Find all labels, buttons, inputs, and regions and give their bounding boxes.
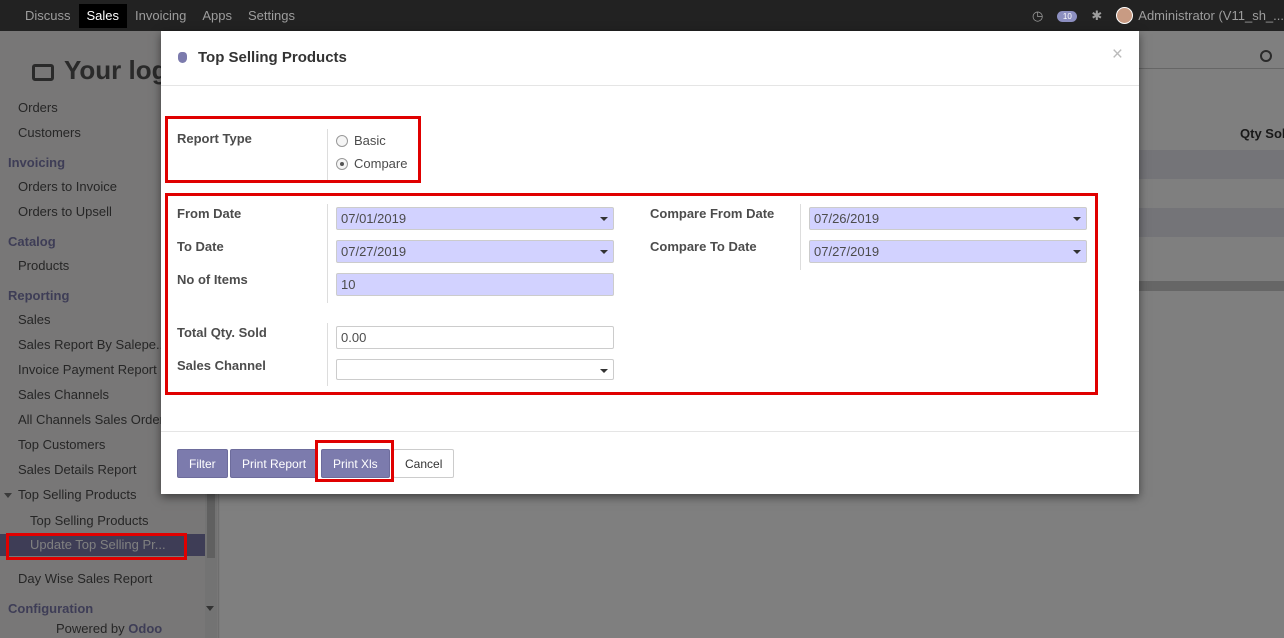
chat-count-badge: 10: [1057, 10, 1078, 22]
highlight-box-fields: [165, 193, 1098, 395]
clock-icon[interactable]: ◷: [1032, 8, 1043, 24]
highlight-box-report-type: [165, 116, 421, 183]
filter-button[interactable]: Filter: [177, 449, 228, 478]
chat-icon[interactable]: 10: [1057, 10, 1078, 22]
debug-icon: [178, 52, 187, 63]
highlight-box-print-xls: [315, 440, 394, 482]
highlight-box-sidebar: [6, 533, 187, 560]
top-navbar: Discuss Sales Invoicing Apps Settings ◷ …: [0, 0, 1284, 31]
menu-invoicing[interactable]: Invoicing: [127, 0, 194, 31]
menu-apps[interactable]: Apps: [194, 0, 240, 31]
avatar[interactable]: [1116, 7, 1134, 24]
menu-settings[interactable]: Settings: [240, 0, 303, 31]
bug-icon[interactable]: ✱: [1091, 8, 1102, 24]
dialog-footer: Filter Print Report Print Xls Cancel: [161, 431, 1139, 494]
dialog-title: Top Selling Products: [198, 49, 347, 66]
menu-discuss[interactable]: Discuss: [17, 0, 79, 31]
user-menu[interactable]: Administrator (V11_sh_...: [1138, 8, 1284, 23]
close-icon[interactable]: ×: [1112, 44, 1123, 66]
menu-sales[interactable]: Sales: [78, 3, 128, 28]
dialog-header: Top Selling Products ×: [161, 31, 1139, 86]
cancel-button[interactable]: Cancel: [393, 449, 455, 478]
topbar-systray: ◷ 10 ✱ Administrator (V11_sh_...: [1032, 0, 1284, 31]
print-report-button[interactable]: Print Report: [230, 449, 319, 478]
